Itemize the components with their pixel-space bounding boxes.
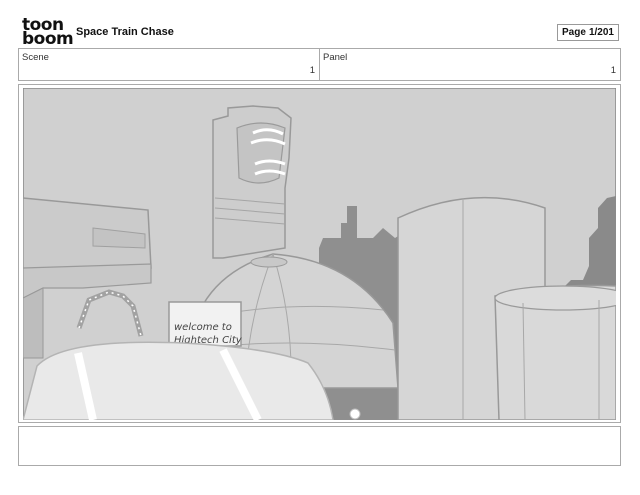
notes-area (18, 426, 621, 466)
storyboard-panel: welcome to Hightech City (18, 84, 621, 423)
project-title: Space Train Chase (76, 26, 174, 38)
scene-cell: Scene 1 (19, 49, 319, 80)
platform-top (494, 285, 616, 311)
scene-panel-info: Scene 1 Panel 1 (18, 48, 621, 81)
panel-number: 1 (610, 65, 616, 76)
logo-text-bottom: boom (22, 29, 74, 49)
page-number: 1/201 (588, 27, 614, 38)
panel-label: Panel (323, 52, 348, 63)
storyboard-drawing: welcome to Hightech City (23, 88, 616, 420)
page-label: Page (562, 27, 586, 38)
panel-cell: Panel 1 (319, 49, 620, 80)
left-pillar (23, 287, 44, 359)
dome-cap (250, 256, 288, 268)
toonboom-logo: toon boom (20, 17, 74, 48)
sign-text-line1: welcome to (174, 322, 232, 333)
page-indicator: Page 1/201 (557, 24, 619, 41)
scene-label: Scene (22, 52, 49, 63)
scene-number: 1 (309, 65, 315, 76)
vehicle-light (349, 408, 361, 420)
